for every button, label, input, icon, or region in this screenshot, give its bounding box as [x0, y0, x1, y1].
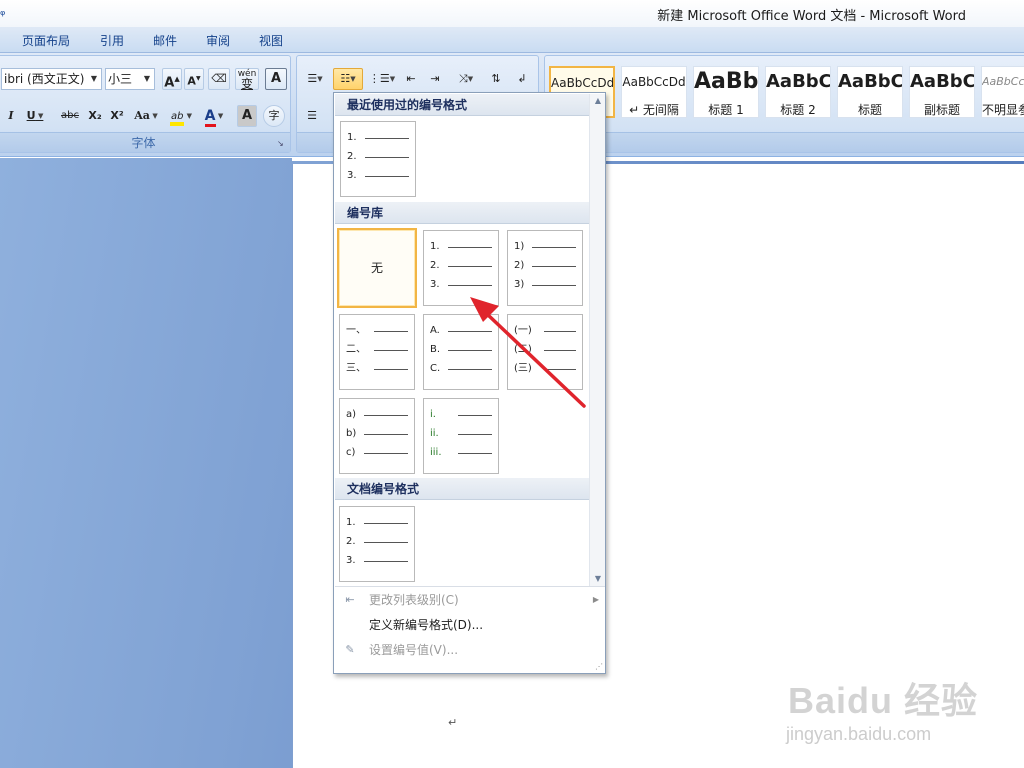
- tab-mailings[interactable]: 邮件: [153, 32, 177, 49]
- chevron-down-icon[interactable]: ▼: [87, 69, 101, 89]
- numbering-icon: ☷: [340, 72, 351, 85]
- shrink-font-button[interactable]: A▼: [184, 68, 204, 90]
- sort-icon: ⇅: [491, 72, 501, 85]
- chevron-down-icon[interactable]: ▼: [140, 69, 154, 89]
- tab-references[interactable]: 引用: [100, 32, 124, 49]
- subscript-button[interactable]: X₂: [85, 105, 105, 127]
- clear-format-button[interactable]: ⌫: [208, 68, 230, 90]
- set-numbering-value-item[interactable]: ✎ 设置编号值(V)...: [335, 638, 605, 662]
- strikethrough-button[interactable]: abc: [57, 105, 83, 127]
- document-format-tile[interactable]: 1. 2. 3.: [339, 506, 415, 582]
- underline-button[interactable]: U ▼: [25, 105, 45, 127]
- set-value-icon: ✎: [345, 643, 355, 656]
- title-bar: ᵩ 新建 Microsoft Office Word 文档 - Microsof…: [0, 0, 1024, 27]
- font-name-box[interactable]: ibri (西文正文) ▼: [1, 68, 102, 90]
- font-size-value: 小三: [108, 72, 133, 86]
- font-color-icon: A: [204, 108, 216, 127]
- numbering-tile-roman[interactable]: i. ii. iii.: [423, 398, 499, 474]
- eraser-icon: ⌫: [211, 72, 227, 85]
- increase-indent-button[interactable]: ⇥: [425, 68, 445, 90]
- style-subtle-reference[interactable]: AaBbCcDd 不明显参: [981, 66, 1024, 118]
- highlight-button[interactable]: ab ▼: [165, 105, 197, 127]
- chinese-layout-button[interactable]: ⤨▼: [451, 68, 481, 90]
- menu-separator: [335, 586, 605, 587]
- character-shading-button[interactable]: A: [237, 105, 257, 127]
- style-title[interactable]: AaBbC 标题: [837, 66, 903, 118]
- resize-grip-icon[interactable]: ⋰: [595, 663, 603, 671]
- decrease-indent-icon: ⇤: [406, 72, 416, 85]
- multilevel-list-icon: ⋮☰: [368, 72, 390, 85]
- style-no-spacing[interactable]: AaBbCcDd ↵ 无间隔: [621, 66, 687, 118]
- recent-formats-header: 最近使用过的编号格式: [335, 94, 589, 116]
- tab-page-layout[interactable]: 页面布局: [22, 32, 70, 49]
- window-title: 新建 Microsoft Office Word 文档 - Microsoft …: [657, 9, 966, 24]
- font-group: ibri (西文正文) ▼ 小三 ▼ A▲ A▼ ⌫ wén 变 A I U ▼ …: [0, 55, 291, 153]
- ribbon-tabs: 页面布局 引用 邮件 审阅 视图: [0, 27, 1024, 53]
- change-case-button[interactable]: Aa ▼: [132, 105, 160, 127]
- numbering-dropdown: 最近使用过的编号格式 1. 2. 3. 编号库 无 1. 2. 3. 1) 2)…: [333, 92, 606, 674]
- bullets-button[interactable]: ☰▼: [301, 68, 329, 90]
- numbering-library-header: 编号库: [335, 202, 589, 224]
- scroll-up-icon[interactable]: ▲: [590, 94, 606, 108]
- gallery-scrollbar[interactable]: ▲ ▼: [589, 94, 605, 586]
- phonetic-guide-icon: wén 变: [237, 69, 257, 91]
- document-formats-header: 文档编号格式: [335, 478, 589, 500]
- scroll-down-icon[interactable]: ▼: [590, 572, 606, 586]
- submenu-arrow-icon: ▶: [592, 595, 599, 604]
- numbering-button[interactable]: ☷▼: [333, 68, 363, 90]
- enclose-characters-button[interactable]: 字: [263, 105, 285, 127]
- font-group-label: 字体: [0, 132, 290, 152]
- list-level-icon: ⇤: [345, 593, 355, 606]
- bullets-icon: ☰: [307, 72, 318, 85]
- style-heading-2[interactable]: AaBbC 标题 2: [765, 66, 831, 118]
- phonetic-guide-button[interactable]: wén 变: [235, 68, 259, 90]
- grow-font-button[interactable]: A▲: [162, 68, 182, 90]
- align-left-button[interactable]: ☰: [301, 105, 323, 127]
- multilevel-list-button[interactable]: ⋮☰▼: [367, 68, 397, 90]
- superscript-button[interactable]: X²: [107, 105, 127, 127]
- decrease-indent-button[interactable]: ⇤: [401, 68, 421, 90]
- sort-button[interactable]: ⇅: [485, 68, 507, 90]
- numbering-tile-arabic-paren[interactable]: 1) 2) 3): [507, 230, 583, 306]
- numbering-tile-letter-upper[interactable]: A. B. C.: [423, 314, 499, 390]
- numbering-tile-chinese[interactable]: 一、 二、 三、: [339, 314, 415, 390]
- style-heading-1[interactable]: AaBb 标题 1: [693, 66, 759, 118]
- font-color-button[interactable]: A ▼: [199, 105, 229, 127]
- show-marks-button[interactable]: ↲: [511, 68, 533, 90]
- align-left-icon: ☰: [307, 109, 317, 122]
- font-name-value: ibri (西文正文): [4, 72, 85, 86]
- numbering-tile-letter-lower[interactable]: a) b) c): [339, 398, 415, 474]
- tab-view[interactable]: 视图: [259, 32, 283, 49]
- numbering-none-tile[interactable]: 无: [337, 228, 417, 308]
- paragraph-mark: ↵: [448, 716, 458, 729]
- baidu-jingyan-watermark: Baidu 经验 jingyan.baidu.com: [782, 658, 982, 758]
- styles-group: AaBbCcDd AaBbCcDd ↵ 无间隔 AaBb 标题 1 AaBbC …: [544, 55, 1024, 153]
- recent-format-tile[interactable]: 1. 2. 3.: [340, 121, 416, 197]
- quick-access-fragment[interactable]: ᵩ: [0, 4, 5, 19]
- numbering-tile-chinese-paren[interactable]: (一) (二) (三): [507, 314, 583, 390]
- character-border-button[interactable]: A: [265, 68, 287, 90]
- increase-indent-icon: ⇥: [430, 72, 440, 85]
- pilcrow-icon: ↲: [517, 72, 527, 85]
- change-list-level-item[interactable]: ⇤ 更改列表级别(C) ▶: [335, 588, 605, 612]
- watermark-logo: Baidu 经验: [788, 680, 979, 721]
- tab-review[interactable]: 审阅: [206, 32, 230, 49]
- italic-button[interactable]: I: [3, 105, 19, 127]
- numbering-tile-arabic-dot[interactable]: 1. 2. 3.: [423, 230, 499, 306]
- styles-group-label: [545, 132, 1024, 152]
- style-subtitle[interactable]: AaBbC 副标题: [909, 66, 975, 118]
- highlighter-icon: ab: [169, 111, 185, 126]
- watermark-url: jingyan.baidu.com: [786, 724, 932, 744]
- chinese-layout-icon: ⤨: [458, 72, 468, 85]
- define-new-format-item[interactable]: 定义新编号格式(D)...: [335, 613, 605, 637]
- dialog-launcher-icon[interactable]: ↘: [277, 139, 287, 149]
- font-size-box[interactable]: 小三 ▼: [105, 68, 155, 90]
